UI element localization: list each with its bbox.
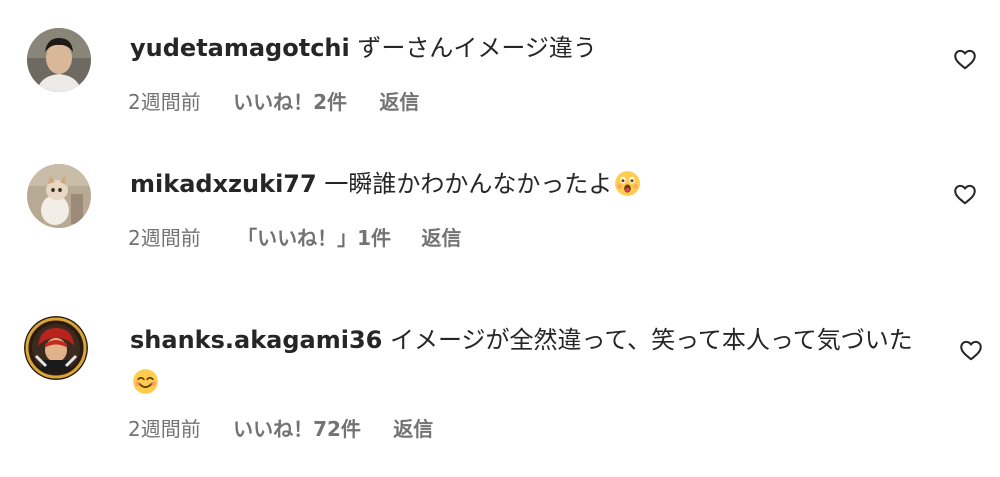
avatar[interactable] <box>27 164 91 228</box>
reply-button[interactable]: 返信 <box>379 86 419 115</box>
comment-text-line: yudetamagotchi ずーさんイメージ違う <box>130 27 920 69</box>
heart-outline-icon[interactable] <box>958 337 984 363</box>
smiling-face-emoji-icon <box>132 368 159 395</box>
avatar[interactable] <box>24 316 88 380</box>
comment-body: shanks.akagami36 イメージが全然違って、笑って本人って気づいた <box>130 319 920 403</box>
comment-item: yudetamagotchi ずーさんイメージ違う 2週間前 いいね！2件 返信 <box>0 0 1000 140</box>
comment-text-line: shanks.akagami36 イメージが全然違って、笑って本人って気づいた <box>130 319 920 403</box>
timestamp[interactable]: 2週間前 <box>128 413 201 442</box>
like-count[interactable]: 「いいね！」1件 <box>237 222 391 251</box>
username[interactable]: yudetamagotchi <box>130 34 350 62</box>
reply-button[interactable]: 返信 <box>393 413 433 442</box>
comment-item: mikadxzuki77 一瞬誰かわかんなかったよ 2週間前 「いいね！」1件 … <box>0 140 1000 280</box>
heart-outline-icon[interactable] <box>952 46 978 72</box>
timestamp[interactable]: 2週間前 <box>128 86 201 115</box>
kitten-photo-avatar-icon <box>27 164 91 228</box>
username[interactable]: mikadxzuki77 <box>130 170 317 198</box>
avatar[interactable] <box>27 28 91 92</box>
username[interactable]: shanks.akagami36 <box>130 326 382 354</box>
timestamp[interactable]: 2週間前 <box>128 222 201 251</box>
comment-body: yudetamagotchi ずーさんイメージ違う <box>130 27 920 69</box>
comment-body: mikadxzuki77 一瞬誰かわかんなかったよ <box>130 163 920 205</box>
comment-meta: 2週間前 いいね！72件 返信 <box>128 413 433 442</box>
comment-meta: 2週間前 「いいね！」1件 返信 <box>128 222 461 251</box>
like-count[interactable]: いいね！72件 <box>233 413 361 442</box>
astonished-face-emoji-icon <box>614 170 641 197</box>
like-count[interactable]: いいね！2件 <box>233 86 347 115</box>
comment-meta: 2週間前 いいね！2件 返信 <box>128 86 419 115</box>
reply-button[interactable]: 返信 <box>421 222 461 251</box>
comment-text: 一瞬誰かわかんなかったよ <box>324 170 613 198</box>
comment-text: イメージが全然違って、笑って本人って気づいた <box>390 326 913 354</box>
comment-item: shanks.akagami36 イメージが全然違って、笑って本人って気づいた … <box>0 280 1000 477</box>
user-photo-avatar-icon <box>27 28 91 92</box>
comments-list: yudetamagotchi ずーさんイメージ違う 2週間前 いいね！2件 返信 <box>0 0 1000 477</box>
comment-text: ずーさんイメージ違う <box>357 34 597 62</box>
heart-outline-icon[interactable] <box>952 181 978 207</box>
pirate-character-avatar-icon <box>24 316 88 380</box>
comment-text-line: mikadxzuki77 一瞬誰かわかんなかったよ <box>130 163 920 205</box>
